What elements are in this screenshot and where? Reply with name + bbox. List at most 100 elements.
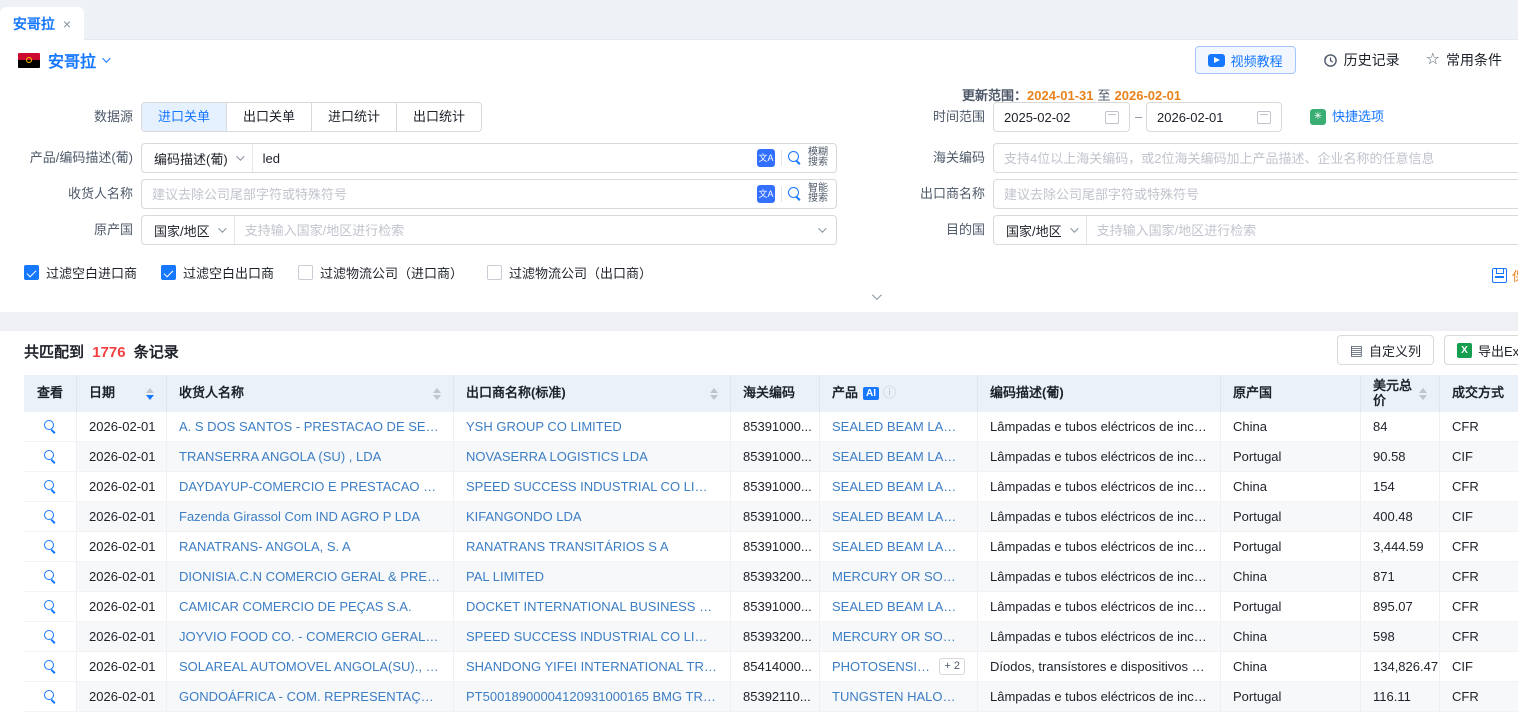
destination-search-input[interactable] <box>1087 216 1518 244</box>
view-record-button[interactable] <box>24 652 77 681</box>
exporter-link[interactable]: NOVASERRA LOGISTICS LDA <box>454 442 731 471</box>
consignee-link[interactable]: JOYVIO FOOD CO. - COMERCIO GERAL, LDA <box>167 622 454 651</box>
checkbox-filter-blank-importer[interactable]: 过滤空白进口商 <box>24 263 137 282</box>
origin-cell: Portugal <box>1221 682 1361 711</box>
fuzzy-search-button[interactable]: 模糊 搜索 <box>808 148 828 168</box>
update-range-label: 更新范围： <box>962 88 1027 103</box>
col-exporter[interactable]: 出口商名称(标准) <box>454 375 731 412</box>
exporter-link[interactable]: DOCKET INTERNATIONAL BUSINESS LDA <box>454 592 731 621</box>
consignee-link[interactable]: RANATRANS- ANGOLA, S. A <box>167 532 454 561</box>
date-cell: 2026-02-01 <box>77 592 167 621</box>
product-search-input[interactable] <box>253 144 749 172</box>
product-link[interactable]: SEALED BEAM LAMP ... <box>820 472 978 501</box>
exporter-link[interactable]: PT50018900004120931000165 BMG TRADI... <box>454 682 731 711</box>
view-record-button[interactable] <box>24 682 77 711</box>
product-link[interactable]: SEALED BEAM LAMP ... <box>820 592 978 621</box>
consignee-link[interactable]: GONDOÁFRICA - COM. REPRESENTAÇÕES ... <box>167 682 454 711</box>
info-icon[interactable]: ⓘ <box>883 386 896 401</box>
view-record-button[interactable] <box>24 562 77 591</box>
consignee-text: RANATRANS- ANGOLA, S. A <box>179 539 351 554</box>
favorites-button[interactable]: ☆ 常用条件 <box>1426 50 1502 70</box>
consignee-text: JOYVIO FOOD CO. - COMERCIO GERAL, LDA <box>179 629 441 644</box>
exporter-link[interactable]: RANATRANS TRANSITÁRIOS S A <box>454 532 731 561</box>
consignee-link[interactable]: TRANSERRA ANGOLA (SU) , LDA <box>167 442 454 471</box>
hs-code-input[interactable] <box>994 144 1518 172</box>
tab-export-statistics[interactable]: 出口统计 <box>397 103 481 131</box>
destination-type-select[interactable]: 国家/地区 <box>994 216 1087 244</box>
product-field-select[interactable]: 编码描述(葡) <box>142 144 253 172</box>
exporter-link[interactable]: YSH GROUP CO LIMITED <box>454 412 731 441</box>
product-link[interactable]: SEALED BEAM LAMP ... <box>820 412 978 441</box>
product-link[interactable]: MERCURY OR SODIU... <box>820 622 978 651</box>
chevron-down-icon[interactable] <box>102 54 110 62</box>
col-date[interactable]: 日期 <box>77 375 167 412</box>
date-cell: 2026-02-01 <box>77 442 167 471</box>
product-link[interactable]: TUNGSTEN HALOGEN... <box>820 682 978 711</box>
history-button[interactable]: 历史记录 <box>1322 50 1400 70</box>
translate-icon[interactable]: 文A <box>757 185 775 203</box>
view-record-button[interactable] <box>24 532 77 561</box>
tab-import-declarations[interactable]: 进口关单 <box>142 103 227 131</box>
exporter-link[interactable]: SPEED SUCCESS INDUSTRIAL CO LIMITED <box>454 472 731 501</box>
collapse-panel-chevron-icon[interactable] <box>872 290 882 300</box>
consignee-input[interactable] <box>142 180 749 208</box>
save-conditions-button[interactable]: 保 <box>1492 266 1518 285</box>
country-title[interactable]: 安哥拉 <box>48 48 96 72</box>
product-link[interactable]: SEALED BEAM LAMP ... <box>820 502 978 531</box>
tab-angola[interactable]: 安哥拉 × <box>0 7 84 41</box>
video-tutorial-button[interactable]: 视频教程 <box>1195 46 1296 74</box>
view-record-button[interactable] <box>24 592 77 621</box>
export-excel-button[interactable]: X 导出Exc <box>1444 335 1518 365</box>
exporter-input[interactable] <box>994 180 1518 208</box>
tab-export-declarations[interactable]: 出口关单 <box>227 103 312 131</box>
search-icon[interactable] <box>788 187 802 201</box>
exporter-link[interactable]: PAL LIMITED <box>454 562 731 591</box>
view-record-button[interactable] <box>24 472 77 501</box>
sort-icon[interactable] <box>140 388 154 400</box>
translate-icon[interactable]: 文A <box>757 149 775 167</box>
checkbox-filter-logistics-exporter[interactable]: 过滤物流公司（出口商） <box>487 263 652 282</box>
sort-icon[interactable] <box>427 388 441 400</box>
consignee-link[interactable]: Fazenda Girassol Com IND AGRO P LDA <box>167 502 454 531</box>
date-from-input[interactable]: 2025-02-02 <box>993 102 1130 132</box>
product-link[interactable]: PHOTOSENSITIV...+ 2 <box>820 652 978 681</box>
incoterm-cell: CFR <box>1440 682 1518 711</box>
table-header: 查看 日期 收货人名称 出口商名称(标准) 海关编码 产品 AI ⓘ <box>24 375 1518 412</box>
results-section: 共匹配到 1776 条记录 ▤ 自定义列 X 导出Exc 查看 日期 收货人名称 <box>0 331 1518 717</box>
quick-options-button[interactable]: ✳ 快捷选项 <box>1310 102 1384 132</box>
smart-search-button[interactable]: 智能 搜索 <box>808 184 828 204</box>
product-link[interactable]: SEALED BEAM LAMP ... <box>820 442 978 471</box>
video-tutorial-label: 视频教程 <box>1231 51 1283 70</box>
sort-icon[interactable] <box>704 388 718 400</box>
col-usd-total[interactable]: 美元总价 <box>1361 375 1440 412</box>
product-link[interactable]: MERCURY OR SODIU... <box>820 562 978 591</box>
checkbox-filter-logistics-importer[interactable]: 过滤物流公司（进口商） <box>298 263 463 282</box>
origin-search-input[interactable] <box>235 216 818 244</box>
consignee-link[interactable]: CAMICAR COMERCIO DE PEÇAS S.A. <box>167 592 454 621</box>
consignee-link[interactable]: SOLAREAL AUTOMOVEL ANGOLA(SU)., LDA <box>167 652 454 681</box>
origin-type-select[interactable]: 国家/地区 <box>142 216 235 244</box>
view-record-button[interactable] <box>24 412 77 441</box>
product-link[interactable]: SEALED BEAM LAMP ... <box>820 532 978 561</box>
view-record-button[interactable] <box>24 622 77 651</box>
col-consignee[interactable]: 收货人名称 <box>167 375 454 412</box>
table-row: 2026-02-01RANATRANS- ANGOLA, S. ARANATRA… <box>24 532 1518 562</box>
tab-import-statistics[interactable]: 进口统计 <box>312 103 397 131</box>
consignee-link[interactable]: DIONISIA.C.N COMERCIO GERAL & PRESTA... <box>167 562 454 591</box>
consignee-link[interactable]: DAYDAYUP-COMERCIO E PRESTACAO DE S... <box>167 472 454 501</box>
col-exporter-label: 出口商名称(标准) <box>466 386 566 401</box>
exporter-link[interactable]: KIFANGONDO LDA <box>454 502 731 531</box>
search-icon[interactable] <box>788 151 802 165</box>
exporter-link[interactable]: SPEED SUCCESS INDUSTRIAL CO LIMITED <box>454 622 731 651</box>
close-icon[interactable]: × <box>63 16 71 32</box>
view-record-button[interactable] <box>24 502 77 531</box>
sort-icon[interactable] <box>1413 388 1427 400</box>
more-products-badge[interactable]: + 2 <box>939 658 965 675</box>
date-to-input[interactable]: 2026-02-01 <box>1146 102 1282 132</box>
consignee-link[interactable]: A. S DOS SANTOS - PRESTACAO DE SERVIC... <box>167 412 454 441</box>
exporter-link[interactable]: SHANDONG YIFEI INTERNATIONAL TRADIN... <box>454 652 731 681</box>
view-record-button[interactable] <box>24 442 77 471</box>
chevron-down-icon[interactable] <box>818 224 826 232</box>
checkbox-filter-blank-exporter[interactable]: 过滤空白出口商 <box>161 263 274 282</box>
customize-columns-button[interactable]: ▤ 自定义列 <box>1337 335 1434 365</box>
